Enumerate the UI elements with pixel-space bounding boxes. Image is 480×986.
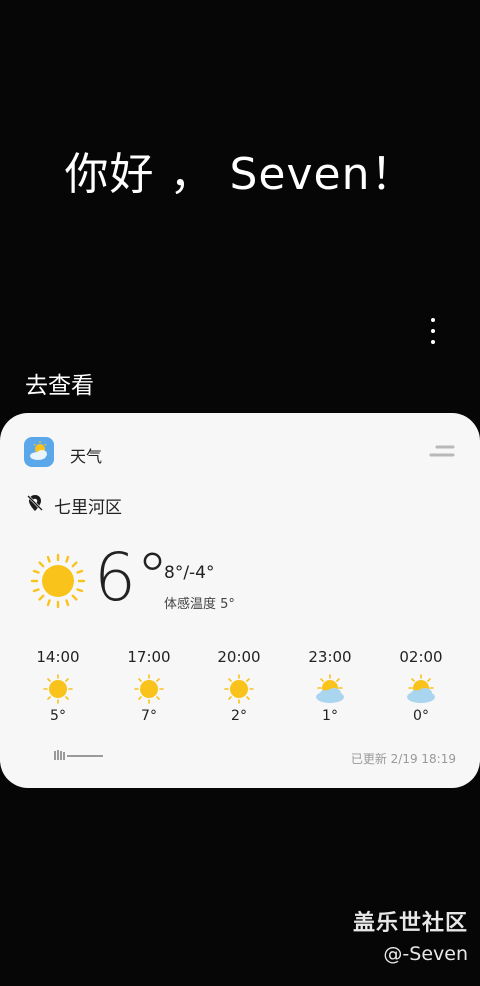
sunny-icon bbox=[30, 553, 86, 609]
weather-widget-card[interactable]: 天气 七里河区 6° 8°/-4° 体感温度 5° 14:00 5° 17:00… bbox=[0, 413, 480, 788]
drag-handle-icon[interactable] bbox=[429, 445, 455, 459]
forecast-time: 02:00 bbox=[399, 648, 443, 666]
hourly-forecast: 14:00 5° 17:00 7° 20:00 2° 23:00 1° 02:0… bbox=[0, 648, 480, 728]
app-title: 天气 bbox=[70, 447, 103, 466]
temperature-range: 8°/-4° bbox=[164, 563, 215, 583]
weathernews-logo bbox=[54, 750, 103, 760]
feels-like-temperature: 体感温度 5° bbox=[164, 597, 235, 612]
more-options-button[interactable] bbox=[422, 318, 444, 344]
location-name: 七里河区 bbox=[54, 498, 122, 518]
forecast-item: 17:00 7° bbox=[114, 648, 184, 724]
partly-cloudy-icon bbox=[316, 674, 344, 703]
forecast-temperature: 5° bbox=[50, 708, 66, 724]
watermark: 盖乐世社区 @-Seven bbox=[353, 905, 468, 965]
forecast-time: 14:00 bbox=[36, 648, 80, 666]
location-off-icon bbox=[27, 495, 43, 511]
forecast-temperature: 1° bbox=[322, 708, 338, 724]
watermark-title: 盖乐世社区 bbox=[352, 911, 468, 936]
forecast-time: 17:00 bbox=[127, 648, 171, 666]
forecast-time: 20:00 bbox=[217, 648, 261, 666]
forecast-item: 02:00 0° bbox=[386, 648, 456, 724]
current-temperature: 6° bbox=[94, 539, 169, 616]
last-updated-time: 已更新 2/19 18:19 bbox=[350, 752, 456, 766]
sunny-icon bbox=[134, 674, 164, 704]
dot bbox=[431, 318, 435, 322]
forecast-temperature: 7° bbox=[141, 708, 157, 724]
weather-app-icon bbox=[24, 437, 54, 467]
forecast-item: 14:00 5° bbox=[23, 648, 93, 724]
forecast-temperature: 0° bbox=[413, 708, 429, 724]
sunny-icon bbox=[224, 674, 254, 704]
go-to-view-label[interactable]: 去查看 bbox=[25, 366, 94, 400]
dot bbox=[431, 340, 435, 344]
forecast-time: 23:00 bbox=[308, 648, 352, 666]
forecast-item: 23:00 1° bbox=[295, 648, 365, 724]
sunny-icon bbox=[43, 674, 73, 704]
forecast-temperature: 2° bbox=[231, 708, 247, 724]
forecast-item: 20:00 2° bbox=[204, 648, 274, 724]
widget-header: 天气 bbox=[24, 437, 455, 469]
partly-cloudy-icon bbox=[407, 674, 435, 703]
greeting-text: 你好 ， Seven！ bbox=[64, 149, 416, 200]
dot bbox=[431, 329, 435, 333]
watermark-user: @-Seven bbox=[383, 943, 468, 965]
